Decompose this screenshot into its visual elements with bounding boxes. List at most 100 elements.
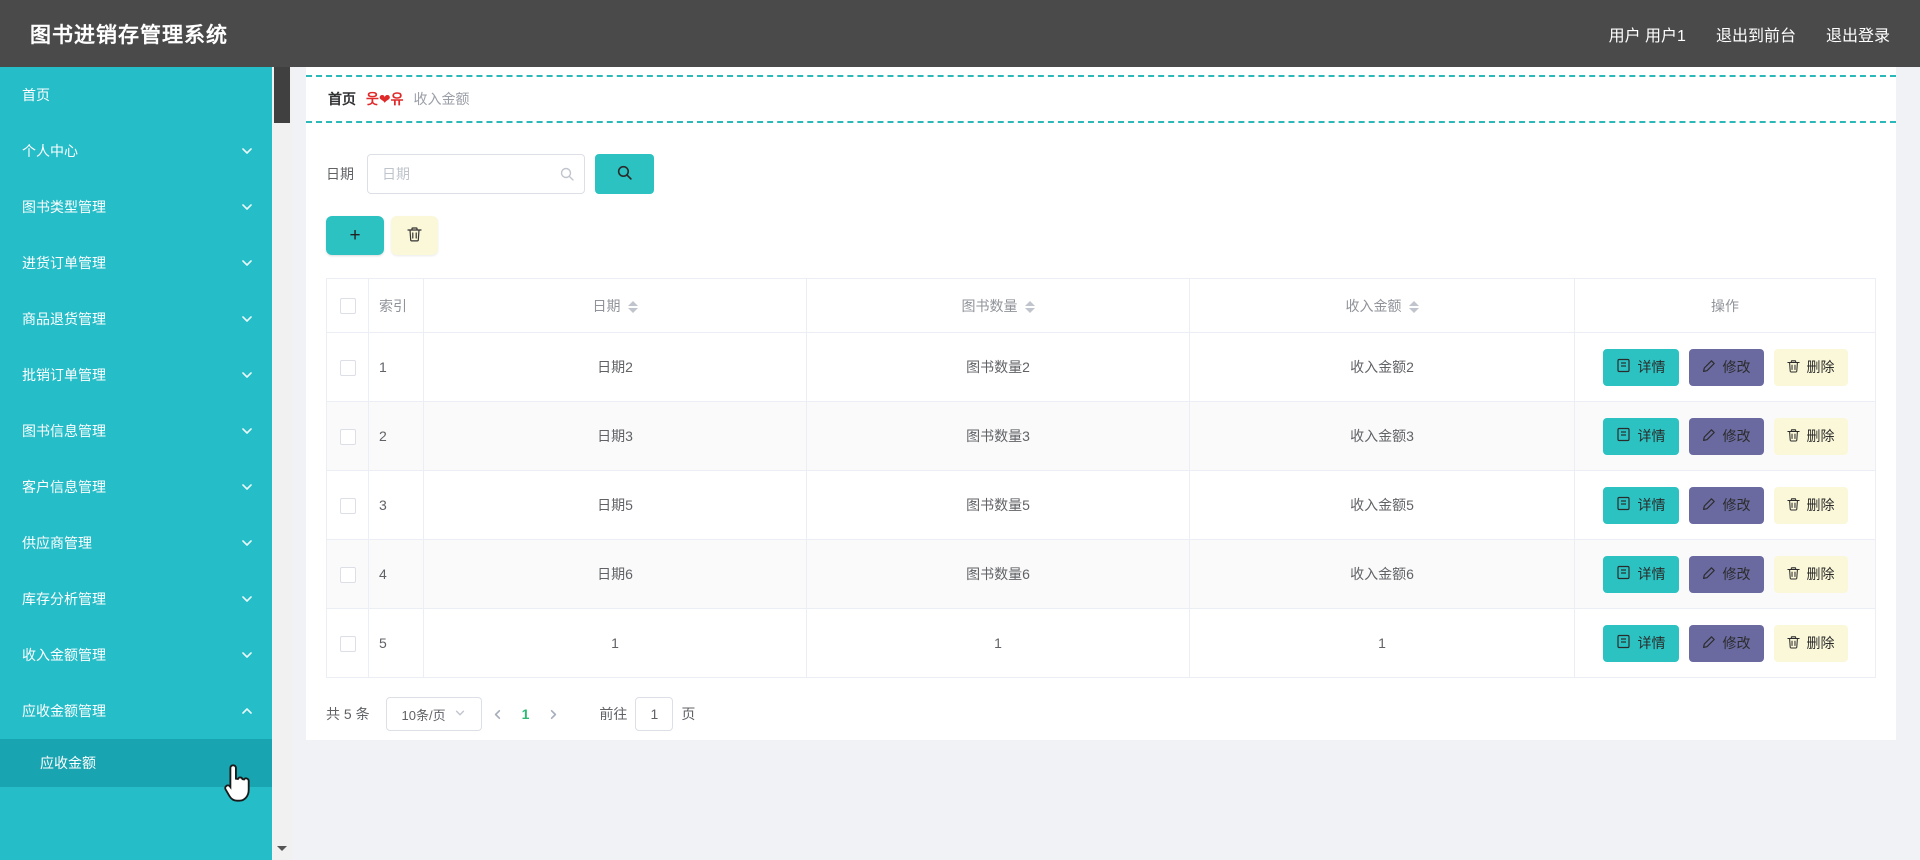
detail-button[interactable]: 详情 (1602, 624, 1679, 662)
vertical-scrollbar[interactable] (272, 67, 292, 860)
app-window: 图书进销存管理系统 用户 用户1 退出到前台 退出登录 首页 个人中心 图书类型… (0, 0, 1920, 860)
edit-button[interactable]: 修改 (1688, 417, 1764, 455)
cell-date: 日期6 (423, 539, 807, 609)
sidebar-item-book-type[interactable]: 图书类型管理 (0, 179, 272, 235)
chevron-down-icon (242, 148, 252, 154)
sidebar-subitem-receivable[interactable]: 应收金额 (0, 739, 272, 787)
breadcrumb-separator: 웃❤유 (366, 91, 404, 107)
breadcrumb-home-link[interactable]: 首页 (328, 89, 356, 109)
chevron-down-icon (454, 707, 466, 722)
cell-quantity: 图书数量3 (806, 401, 1190, 471)
column-header-quantity[interactable]: 图书数量 (806, 278, 1190, 333)
trash-icon (407, 226, 422, 245)
sidebar-item-wholesale-order[interactable]: 批销订单管理 (0, 347, 272, 403)
sidebar-item-label: 应收金额管理 (22, 703, 106, 719)
detail-button[interactable]: 详情 (1602, 486, 1679, 524)
sort-carets-icon[interactable] (1024, 300, 1035, 313)
document-icon (1616, 358, 1631, 376)
table-row: 2 日期3 图书数量3 收入金额3 详情 修改 删除 (326, 401, 1876, 471)
column-header-date[interactable]: 日期 (423, 278, 807, 333)
breadcrumb: 首页 웃❤유 收入金额 (306, 75, 1896, 123)
sidebar-item-label: 首页 (22, 87, 50, 103)
main-area: 首页 个人中心 图书类型管理 进货订单管理 商品退货管理 批销订单管理 图书信息… (0, 67, 1920, 860)
add-button[interactable]: + (326, 216, 384, 255)
sidebar-item-supplier[interactable]: 供应商管理 (0, 515, 272, 571)
page-number-active[interactable]: 1 (522, 706, 530, 722)
row-checkbox[interactable] (339, 497, 356, 514)
chevron-up-icon (242, 708, 252, 714)
detail-button[interactable]: 详情 (1602, 555, 1679, 593)
sidebar-item-label: 图书类型管理 (22, 199, 106, 215)
column-header-amount[interactable]: 收入金额 (1189, 278, 1575, 333)
sidebar-item-personal-center[interactable]: 个人中心 (0, 123, 272, 179)
sidebar-item-purchase-order[interactable]: 进货订单管理 (0, 235, 272, 291)
detail-button[interactable]: 详情 (1602, 348, 1679, 386)
delete-button[interactable]: 删除 (1773, 417, 1848, 455)
document-icon (1616, 634, 1631, 652)
delete-button[interactable]: 删除 (1773, 348, 1848, 386)
sidebar-item-label: 供应商管理 (22, 535, 92, 551)
logout-link[interactable]: 退出登录 (1826, 22, 1890, 46)
pencil-icon (1702, 635, 1716, 652)
document-icon (1616, 496, 1631, 514)
sidebar-item-label: 商品退货管理 (22, 311, 106, 327)
select-all-checkbox[interactable] (339, 298, 356, 315)
sort-carets-icon[interactable] (627, 300, 638, 313)
sidebar-item-book-info[interactable]: 图书信息管理 (0, 403, 272, 459)
goto-page-input[interactable] (635, 697, 674, 731)
edit-button[interactable]: 修改 (1688, 624, 1764, 662)
delete-button[interactable]: 删除 (1773, 624, 1848, 662)
edit-button[interactable]: 修改 (1688, 486, 1764, 524)
sidebar-subitem-label: 应收金额 (40, 755, 96, 771)
cell-amount: 1 (1189, 608, 1575, 678)
prev-page-button[interactable] (491, 708, 504, 721)
page-size-select[interactable]: 10条/页 (385, 697, 482, 731)
edit-button[interactable]: 修改 (1688, 555, 1764, 593)
sidebar-item-label: 个人中心 (22, 143, 78, 159)
current-user[interactable]: 用户 用户1 (1609, 22, 1686, 46)
cell-index: 2 (368, 401, 424, 471)
cell-quantity: 图书数量2 (806, 332, 1190, 402)
column-header-actions: 操作 (1574, 278, 1876, 333)
scrollbar-down-arrow-icon[interactable] (277, 846, 287, 856)
sidebar-item-customer-info[interactable]: 客户信息管理 (0, 459, 272, 515)
chevron-down-icon (242, 540, 252, 546)
toolbar: + (326, 216, 1876, 255)
cell-quantity: 1 (806, 608, 1190, 678)
table-row: 5 1 1 1 详情 修改 删除 (326, 608, 1876, 678)
sidebar-item-label: 图书信息管理 (22, 423, 106, 439)
sidebar-item-label: 库存分析管理 (22, 591, 106, 607)
plus-icon: + (349, 224, 361, 246)
row-checkbox[interactable] (339, 566, 356, 583)
content-area: 首页 웃❤유 收入金额 日期 日期 + 索引 日期 图书数量 收入金额 操作 1… (292, 67, 1920, 860)
row-checkbox[interactable] (339, 359, 356, 376)
pencil-icon (1702, 566, 1716, 583)
cell-quantity: 图书数量5 (806, 470, 1190, 540)
sidebar-item-label: 进货订单管理 (22, 255, 106, 271)
row-checkbox[interactable] (339, 635, 356, 652)
scrollbar-thumb[interactable] (274, 67, 290, 123)
cell-index: 3 (368, 470, 424, 540)
sort-carets-icon[interactable] (1408, 300, 1419, 313)
trash-icon (1786, 359, 1800, 376)
sidebar-item-income-amount[interactable]: 收入金额管理 (0, 627, 272, 683)
date-search-input[interactable] (367, 154, 585, 194)
next-page-button[interactable] (547, 708, 560, 721)
sidebar-item-home[interactable]: 首页 (0, 67, 272, 123)
edit-button[interactable]: 修改 (1688, 348, 1764, 386)
cell-date: 日期3 (423, 401, 807, 471)
sidebar-item-receivable-amount[interactable]: 应收金额管理 (0, 683, 272, 739)
chevron-down-icon (242, 372, 252, 378)
sidebar-item-stock-analysis[interactable]: 库存分析管理 (0, 571, 272, 627)
detail-button[interactable]: 详情 (1602, 417, 1679, 455)
exit-to-front-link[interactable]: 退出到前台 (1716, 22, 1796, 46)
row-checkbox[interactable] (339, 428, 356, 445)
table-header-row: 索引 日期 图书数量 收入金额 操作 (326, 278, 1876, 333)
search-icon (559, 166, 575, 185)
search-button[interactable] (595, 154, 654, 194)
delete-button[interactable]: 删除 (1773, 555, 1848, 593)
sidebar-item-return-goods[interactable]: 商品退货管理 (0, 291, 272, 347)
batch-delete-button[interactable] (391, 216, 438, 255)
delete-button[interactable]: 删除 (1773, 486, 1848, 524)
sidebar: 首页 个人中心 图书类型管理 进货订单管理 商品退货管理 批销订单管理 图书信息… (0, 67, 272, 860)
